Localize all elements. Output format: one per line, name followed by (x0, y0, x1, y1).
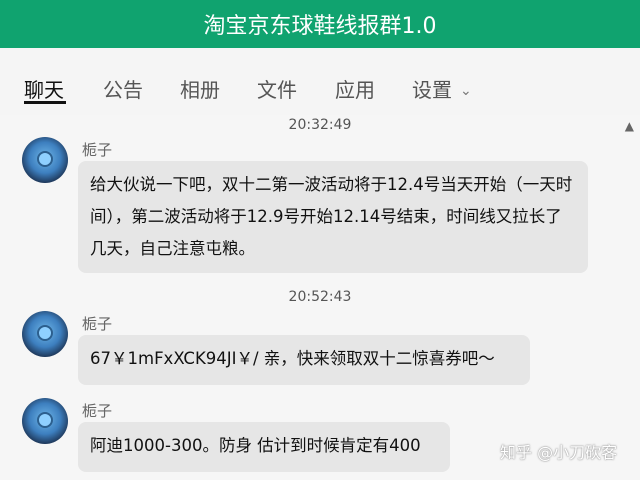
avatar[interactable] (22, 137, 68, 183)
avatar[interactable] (22, 311, 68, 357)
tab-announcements[interactable]: 公告 (103, 74, 143, 103)
timestamp: 20:52:43 (288, 289, 352, 305)
sender-name: 栀子 (82, 141, 113, 159)
chevron-down-icon: ⌄ (460, 83, 472, 99)
sender-name: 栀子 (82, 402, 113, 420)
chat-panel[interactable]: ▲ 20:32:49 栀子 给大伙说一下吧，双十二第一波活动将于12.4号当天开… (0, 115, 640, 480)
active-tab-underline (24, 101, 66, 104)
message-bubble[interactable]: 阿迪1000-300。防身 估计到时候肯定有400 (78, 422, 450, 472)
tab-settings-label: 设置 (412, 78, 452, 102)
window-title: 淘宝京东球鞋线报群1.0 (203, 14, 437, 39)
message-bubble[interactable]: 67￥1mFxXCK94JI￥/ 亲，快来领取双十二惊喜券吧～ (78, 335, 530, 385)
tab-bar: 聊天 公告 相册 文件 应用 设置 ⌄ (0, 48, 640, 115)
tab-album[interactable]: 相册 (180, 74, 220, 103)
avatar-decoration (37, 325, 53, 341)
tab-apps[interactable]: 应用 (335, 74, 375, 103)
avatar-decoration (37, 151, 53, 167)
message-bubble[interactable]: 给大伙说一下吧，双十二第一波活动将于12.4号当天开始（一天时间），第二波活动将… (78, 161, 588, 273)
avatar[interactable] (22, 398, 68, 444)
watermark: 知乎 @小刀砍客 (500, 443, 618, 462)
tab-settings[interactable]: 设置 ⌄ (412, 74, 472, 103)
avatar-decoration (37, 412, 53, 428)
tab-files[interactable]: 文件 (257, 74, 297, 103)
timestamp: 20:32:49 (288, 117, 352, 133)
tab-chat[interactable]: 聊天 (24, 74, 64, 103)
window-title-bar: 淘宝京东球鞋线报群1.0 (0, 0, 640, 48)
sender-name: 栀子 (82, 315, 113, 333)
